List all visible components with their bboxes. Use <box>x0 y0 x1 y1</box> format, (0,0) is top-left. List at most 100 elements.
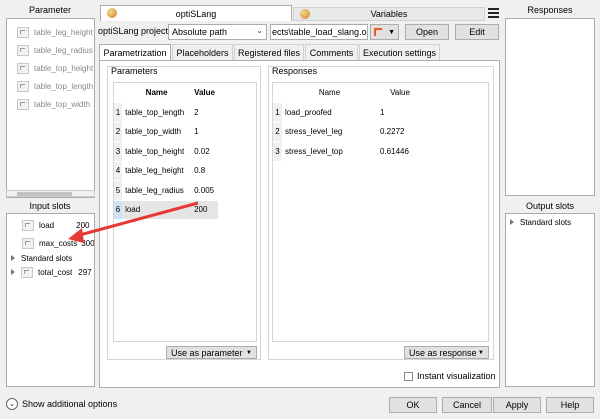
project-mode-select[interactable]: Absolute path ⌄ <box>168 24 267 40</box>
use-as-response-button[interactable]: Use as response ▼ <box>404 346 489 359</box>
open-button[interactable]: Open <box>405 24 449 40</box>
slot-icon <box>21 266 33 278</box>
expand-icon[interactable] <box>11 255 15 261</box>
use-as-parameter-label: Use as parameter <box>171 347 243 358</box>
cell-value[interactable]: 0.8 <box>191 161 218 181</box>
dropdown-arrow-icon: ▼ <box>478 349 484 356</box>
cell-value[interactable]: 1 <box>377 102 423 123</box>
cell-name[interactable]: table_top_height <box>122 141 192 162</box>
table-row[interactable]: 4 table_leg_height 0.8 <box>114 161 218 181</box>
cell-value[interactable]: 0.2272 <box>377 122 423 142</box>
help-button[interactable]: Help <box>546 397 594 413</box>
cancel-button[interactable]: Cancel <box>442 397 492 413</box>
cell-name[interactable]: load_proofed <box>282 102 377 123</box>
edit-button[interactable]: Edit <box>455 24 499 40</box>
table-row[interactable]: 3 table_top_height 0.02 <box>114 141 218 162</box>
project-path-field[interactable]: ects\table_load_slang.opf <box>270 24 368 40</box>
parameter-item[interactable]: table_leg_height0 <box>17 23 94 41</box>
ok-button[interactable]: OK <box>389 397 437 413</box>
slot-total-cost[interactable]: total_cost 297 <box>11 265 92 279</box>
standard-slots-group[interactable]: Standard slots <box>510 215 571 229</box>
apply-button[interactable]: Apply <box>493 397 541 413</box>
cell-value[interactable]: 0.61446 <box>377 141 423 162</box>
parameters-table: Name Value 1 table_top_length 2 2 table_top_… <box>114 83 218 220</box>
row-number: 1 <box>114 102 123 123</box>
tab-placeholders[interactable]: Placeholders <box>172 44 233 60</box>
expand-icon[interactable] <box>11 269 15 275</box>
recent-files-button[interactable]: ▼ <box>370 24 399 40</box>
tab-variables[interactable]: Variables <box>293 7 485 21</box>
parameter-item[interactable]: table_top_height0 <box>17 59 94 77</box>
project-path-value: ects\table_load_slang.opf <box>272 27 368 37</box>
hamburger-menu-icon[interactable] <box>488 8 499 18</box>
cell-name[interactable]: table_leg_radius <box>122 180 192 201</box>
use-as-response-label: Use as response <box>409 347 477 358</box>
tab-parametrization[interactable]: Parametrization <box>99 44 171 61</box>
col-header-value[interactable]: Value <box>377 83 423 103</box>
cell-value[interactable]: 0.005 <box>191 180 218 201</box>
slot-value: 297 <box>78 267 92 277</box>
parameter-item[interactable]: table_leg_radius0 <box>17 41 94 59</box>
tab-execution-settings[interactable]: Execution settings <box>359 44 440 60</box>
row-number: 3 <box>273 141 282 162</box>
table-row[interactable]: 1 load_proofed 1 <box>273 102 423 123</box>
input-slots-list: load 200 max_costs 300 Standard slots to… <box>6 213 95 387</box>
parameter-list-scrollbar[interactable] <box>6 190 95 197</box>
tab-registered-files[interactable]: Registered files <box>234 44 304 60</box>
parameter-name: table_leg_radius <box>34 45 93 55</box>
tab-comments[interactable]: Comments <box>305 44 358 60</box>
table-row[interactable]: 6 load 200 <box>114 200 218 220</box>
folder-icon <box>374 28 382 36</box>
parameter-icon <box>17 26 29 38</box>
show-additional-options[interactable]: ⌄ Show additional options <box>6 398 117 410</box>
responses-title: Responses <box>272 66 318 76</box>
expand-circle-icon[interactable]: ⌄ <box>6 398 18 410</box>
parameter-name: table_top_width <box>34 99 91 109</box>
project-label: optiSLang project: <box>98 26 171 36</box>
table-row[interactable]: 3 stress_level_top 0.61446 <box>273 141 423 162</box>
table-row[interactable]: 2 table_top_width 1 <box>114 122 218 142</box>
cell-value[interactable]: 1 <box>191 122 218 142</box>
standard-slots-group[interactable]: Standard slots <box>11 251 72 265</box>
optislang-logo-icon <box>107 8 117 18</box>
slot-max-costs[interactable]: max_costs 300 <box>22 236 94 250</box>
parameter-icon <box>17 44 29 56</box>
standard-slots-label: Standard slots <box>21 253 73 263</box>
responses-table: Name Value 1 load_proofed 1 2 stress_level_l… <box>273 83 423 162</box>
parameter-icon <box>17 98 29 110</box>
cell-name[interactable]: load <box>122 200 192 220</box>
col-header-name[interactable]: Name <box>282 83 377 103</box>
table-row[interactable]: 1 table_top_length 2 <box>114 102 218 123</box>
cell-name[interactable]: stress_level_leg <box>282 122 377 142</box>
slot-name: load <box>39 220 55 230</box>
col-header-value[interactable]: Value <box>191 83 218 103</box>
show-additional-options-label: Show additional options <box>22 399 118 409</box>
col-header-name[interactable]: Name <box>122 83 192 103</box>
table-row[interactable]: 5 table_leg_radius 0.005 <box>114 180 218 201</box>
row-number: 5 <box>114 180 123 201</box>
slot-value: 200 <box>76 220 90 230</box>
variables-icon <box>300 9 310 19</box>
table-row[interactable]: 2 stress_level_leg 0.2272 <box>273 122 423 142</box>
parameter-icon <box>17 80 29 92</box>
parameter-item[interactable]: table_top_width1 <box>17 95 94 113</box>
cell-name[interactable]: stress_level_top <box>282 141 377 162</box>
row-number: 4 <box>114 161 123 181</box>
cell-name[interactable]: table_top_width <box>122 122 192 142</box>
slot-name: total_cost <box>38 267 73 277</box>
dropdown-arrow-icon: ▼ <box>246 349 252 356</box>
cell-value[interactable]: 200 <box>191 200 218 220</box>
cell-value[interactable]: 0.02 <box>191 141 218 162</box>
instant-visualization-checkbox[interactable] <box>404 371 413 381</box>
use-as-parameter-button[interactable]: Use as parameter ▼ <box>166 346 257 359</box>
project-mode-value: Absolute path <box>172 27 228 37</box>
expand-icon[interactable] <box>510 219 514 225</box>
cell-value[interactable]: 2 <box>191 102 218 123</box>
tab-optislang[interactable]: optiSLang <box>100 5 292 21</box>
cell-name[interactable]: table_leg_height <box>122 161 192 181</box>
cell-name[interactable]: table_top_length <box>122 102 192 123</box>
parameter-panel-title: Parameter <box>28 5 72 15</box>
instant-visualization-option[interactable]: Instant visualization <box>404 371 496 381</box>
parameter-item[interactable]: table_top_length1 <box>17 77 94 95</box>
slot-load[interactable]: load 200 <box>22 218 89 232</box>
